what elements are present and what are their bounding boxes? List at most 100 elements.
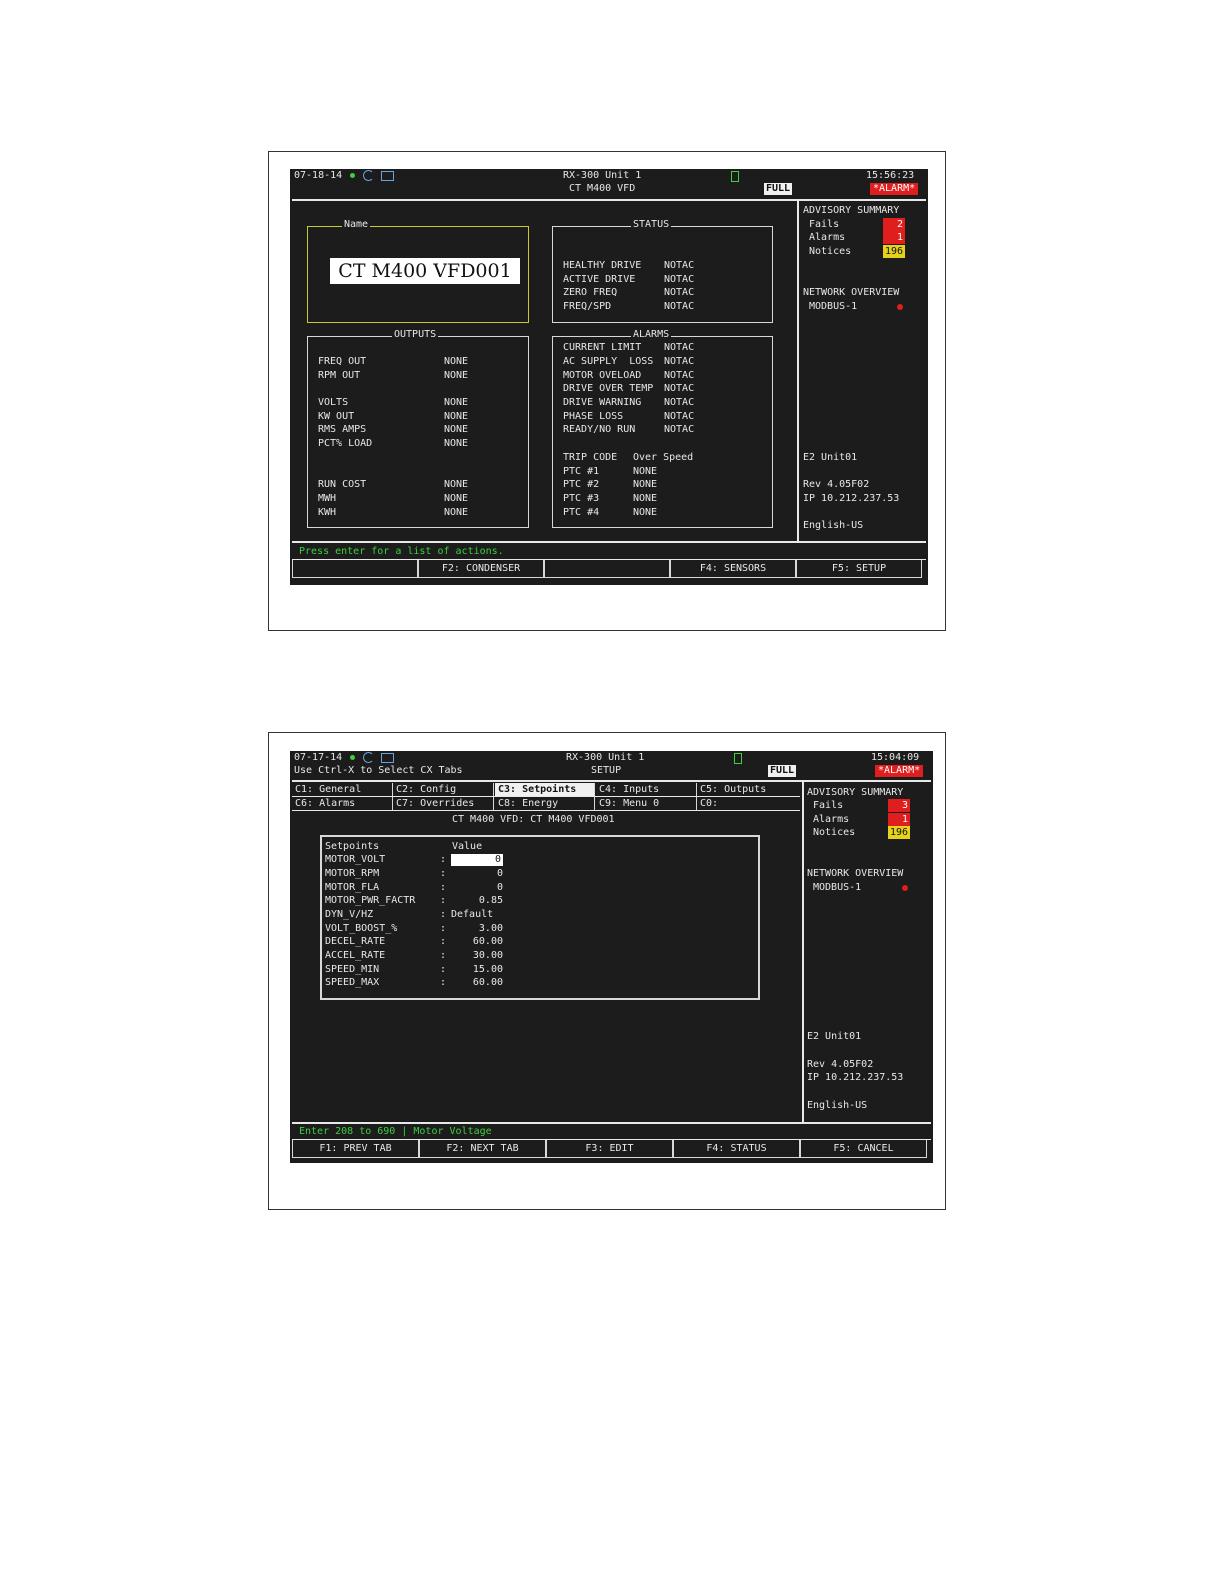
ptc-value: NONE bbox=[633, 507, 658, 518]
function-key-bar: F1: PREV TAB F2: NEXT TAB F3: EDIT F4: S… bbox=[292, 1140, 931, 1158]
unit-name: E2 Unit01 bbox=[803, 452, 858, 463]
network-status-dot-icon bbox=[902, 885, 908, 891]
output-value: NONE bbox=[444, 424, 469, 435]
setpoint-value[interactable]: 0.85 bbox=[451, 894, 503, 908]
footer-divider bbox=[292, 541, 926, 543]
tab-config[interactable]: C2: Config bbox=[393, 783, 494, 796]
f1-button[interactable] bbox=[292, 560, 418, 578]
alarm-label: DRIVE WARNING bbox=[563, 397, 642, 408]
notices-label: Notices bbox=[809, 246, 852, 257]
output-label: KW OUT bbox=[318, 411, 355, 422]
setpoint-name: MOTOR_FLA bbox=[325, 882, 380, 893]
tab-row-2: C6: Alarms C7: Overrides C8: Energy C9: … bbox=[292, 797, 800, 810]
setpoint-colon: : bbox=[440, 977, 447, 988]
notices-count[interactable]: 196 bbox=[888, 826, 910, 839]
tab-alarms[interactable]: C6: Alarms bbox=[292, 797, 393, 810]
setpoint-name: SPEED_MAX bbox=[325, 977, 380, 988]
alarm-label: PHASE LOSS bbox=[563, 411, 624, 422]
output-label: KWH bbox=[318, 507, 337, 518]
fails-count[interactable]: 2 bbox=[883, 218, 905, 231]
panel-title: CT M400 VFD: CT M400 VFD001 bbox=[452, 814, 615, 825]
tab-overrides[interactable]: C7: Overrides bbox=[393, 797, 494, 810]
notices-count[interactable]: 196 bbox=[883, 245, 905, 258]
f2-condenser-button[interactable]: F2: CONDENSER bbox=[418, 560, 544, 578]
ptc-label: PTC #3 bbox=[563, 493, 600, 504]
tab-general[interactable]: C1: General bbox=[292, 783, 393, 796]
setpoint-name: MOTOR_RPM bbox=[325, 868, 380, 879]
alarm-value: NOTAC bbox=[664, 342, 695, 353]
status-label: FREQ/SPD bbox=[563, 301, 612, 312]
ptc-label: PTC #4 bbox=[563, 507, 600, 518]
setpoint-value[interactable]: 60.00 bbox=[451, 935, 503, 949]
sidebar-divider bbox=[802, 782, 804, 1123]
header-title: RX-300 Unit 1 bbox=[566, 752, 645, 763]
tab-energy[interactable]: C8: Energy bbox=[495, 797, 595, 810]
alarms-label: Alarms bbox=[813, 814, 850, 825]
setpoint-value[interactable]: 0 bbox=[451, 867, 503, 881]
setpoint-name: VOLT_BOOST_% bbox=[325, 923, 398, 934]
network-item[interactable]: MODBUS-1 bbox=[813, 881, 861, 895]
tab-outputs[interactable]: C5: Outputs bbox=[697, 783, 800, 796]
revision: Rev 4.05F02 bbox=[803, 479, 870, 490]
ptc-label: PTC #1 bbox=[563, 466, 600, 477]
setpoint-value[interactable]: 15.00 bbox=[451, 963, 503, 977]
output-value: NONE bbox=[444, 479, 469, 490]
output-value: NONE bbox=[444, 397, 469, 408]
network-item[interactable]: MODBUS-1 bbox=[809, 300, 857, 314]
alarms-count[interactable]: 1 bbox=[883, 231, 905, 244]
name-legend: Name bbox=[342, 218, 371, 232]
setpoint-value[interactable]: 0 bbox=[451, 881, 503, 895]
f2-next-tab-button[interactable]: F2: NEXT TAB bbox=[419, 1140, 546, 1158]
setpoints-table bbox=[320, 835, 760, 1000]
ip-address: IP 10.212.237.53 bbox=[803, 493, 900, 504]
keyboard-icon bbox=[381, 753, 394, 763]
output-label: PCT% LOAD bbox=[318, 438, 373, 449]
outputs-legend: OUTPUTS bbox=[392, 328, 439, 342]
tab-inputs[interactable]: C4: Inputs bbox=[596, 783, 697, 796]
network-overview-title: NETWORK OVERVIEW bbox=[803, 287, 900, 298]
status-value: NOTAC bbox=[664, 301, 695, 312]
f4-sensors-button[interactable]: F4: SENSORS bbox=[670, 560, 796, 578]
alarm-label: AC SUPPLY LOSS bbox=[563, 356, 654, 367]
setpoint-value[interactable]: 30.00 bbox=[451, 949, 503, 963]
f5-setup-button[interactable]: F5: SETUP bbox=[796, 560, 922, 578]
setpoint-value[interactable]: 3.00 bbox=[451, 922, 503, 936]
setpoint-value[interactable]: 60.00 bbox=[451, 976, 503, 990]
tab-menu-0[interactable]: C9: Menu 0 bbox=[596, 797, 697, 810]
setpoint-colon: : bbox=[440, 964, 447, 975]
mode-badge: FULL bbox=[768, 765, 797, 777]
f5-cancel-button[interactable]: F5: CANCEL bbox=[800, 1140, 927, 1158]
alarm-value: NOTAC bbox=[664, 424, 695, 435]
alarm-value: NOTAC bbox=[664, 383, 695, 394]
output-value: NONE bbox=[444, 370, 469, 381]
f3-button[interactable] bbox=[544, 560, 670, 578]
fails-count[interactable]: 3 bbox=[888, 799, 910, 812]
setpoint-value[interactable]: Default bbox=[451, 908, 493, 922]
status-value: NOTAC bbox=[664, 274, 695, 285]
tab-row-1: C1: General C2: Config C3: Setpoints C4:… bbox=[292, 783, 800, 796]
ip-address: IP 10.212.237.53 bbox=[807, 1072, 904, 1083]
f1-prev-tab-button[interactable]: F1: PREV TAB bbox=[292, 1140, 419, 1158]
ptc-value: NONE bbox=[633, 493, 658, 504]
header-hint: Use Ctrl-X to Select CX Tabs bbox=[294, 765, 463, 776]
device-name[interactable]: CT M400 VFD001 bbox=[330, 258, 520, 284]
output-value: NONE bbox=[444, 493, 469, 504]
col-header-value: Value bbox=[452, 841, 483, 852]
f3-edit-button[interactable]: F3: EDIT bbox=[546, 1140, 673, 1158]
setpoint-name: ACCEL_RATE bbox=[325, 950, 386, 961]
status-dot-icon bbox=[350, 755, 355, 760]
status-legend: STATUS bbox=[631, 218, 672, 232]
function-key-bar: F2: CONDENSER F4: SENSORS F5: SETUP bbox=[292, 560, 926, 578]
language: English-US bbox=[803, 520, 864, 531]
alarm-badge[interactable]: *ALARM* bbox=[870, 183, 919, 195]
status-value: NOTAC bbox=[664, 260, 695, 271]
setpoint-colon: : bbox=[440, 923, 447, 934]
setpoint-value-editing[interactable]: 0 bbox=[451, 854, 503, 866]
setpoint-name: MOTOR_VOLT bbox=[325, 854, 386, 865]
tab-setpoints[interactable]: C3: Setpoints bbox=[495, 783, 595, 796]
tab-c0[interactable]: C0: bbox=[697, 797, 800, 810]
f4-status-button[interactable]: F4: STATUS bbox=[673, 1140, 800, 1158]
tab-bottom-divider bbox=[292, 810, 800, 811]
alarms-count[interactable]: 1 bbox=[888, 813, 910, 826]
alarm-badge[interactable]: *ALARM* bbox=[875, 765, 924, 777]
